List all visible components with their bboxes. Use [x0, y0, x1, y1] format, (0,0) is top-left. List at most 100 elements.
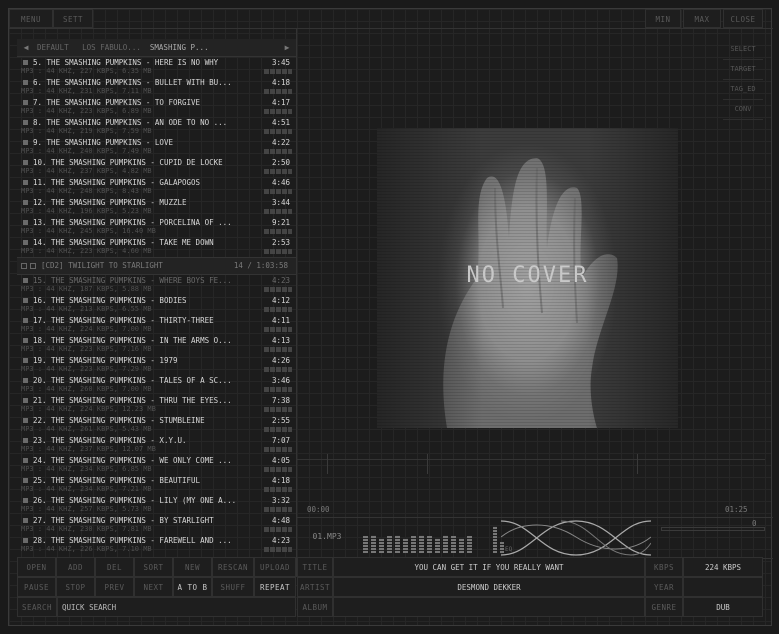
chevron-left-icon[interactable]: ◀ — [19, 39, 33, 56]
track-row[interactable]: 9. THE SMASHING PUMPKINS - LOVE 4:22 MP3 :… — [17, 137, 296, 157]
equalizer[interactable]: EQ — [357, 521, 512, 555]
track-duration: 4:23 — [271, 276, 290, 285]
checkbox-icon[interactable] — [30, 263, 36, 269]
title-field[interactable]: YOU CAN GET IT IF YOU REALLY WANT — [333, 557, 645, 577]
track-row[interactable]: 11. THE SMASHING PUMPKINS - GALAPOGOS 4:4… — [17, 177, 296, 197]
track-row[interactable]: 7. THE SMASHING PUMPKINS - TO FORGIVE 4:1… — [17, 97, 296, 117]
track-row[interactable]: 22. THE SMASHING PUMPKINS - STUMBLEINE 2:… — [17, 415, 296, 435]
track-row[interactable]: 26. THE SMASHING PUMPKINS - LILY (MY ONE… — [17, 495, 296, 515]
track-row[interactable]: 27. THE SMASHING PUMPKINS - BY STARLIGHT… — [17, 515, 296, 535]
track-row[interactable]: 5. THE SMASHING PUMPKINS - HERE IS NO WH… — [17, 57, 296, 77]
new-button[interactable]: NEW — [173, 557, 212, 577]
track-info: MP3 : 44 KHZ, 223 KBPS, 6.89 MB — [21, 107, 152, 115]
eq-band-slider[interactable] — [411, 536, 416, 553]
track-row[interactable]: 16. THE SMASHING PUMPKINS - BODIES 4:12 MP… — [17, 295, 296, 315]
repeat-button[interactable]: REPEAT — [254, 577, 296, 597]
shuffle-button[interactable]: SHUFF — [212, 577, 254, 597]
sort-button[interactable]: SORT — [134, 557, 173, 577]
delete-button[interactable]: DEL — [95, 557, 134, 577]
eq-preamp-slider[interactable] — [493, 526, 497, 553]
convert-button[interactable]: CONV — [723, 99, 763, 120]
eq-band-slider[interactable] — [363, 536, 368, 553]
track-row[interactable]: 6. THE SMASHING PUMPKINS - BULLET WITH B… — [17, 77, 296, 97]
track-row[interactable]: 20. THE SMASHING PUMPKINS - TALES OF A S… — [17, 375, 296, 395]
track-row[interactable]: 13. THE SMASHING PUMPKINS - PORCELINA OF… — [17, 217, 296, 237]
open-button[interactable]: OPEN — [17, 557, 56, 577]
no-cover-label: NO COVER — [466, 263, 589, 288]
next-button[interactable]: NEXT — [134, 577, 173, 597]
album-field[interactable] — [333, 597, 645, 617]
menu-button[interactable]: MENU — [9, 9, 53, 28]
eq-band-slider[interactable] — [427, 536, 432, 553]
minimize-button[interactable]: MIN — [645, 9, 681, 28]
eq-band-slider[interactable] — [387, 536, 392, 553]
track-duration: 2:55 — [271, 416, 290, 425]
genre-field[interactable]: DUB — [683, 597, 763, 617]
cd-group-header[interactable]: [CD2] TWILIGHT TO STARLIGHT 14 / 1:03:58 — [17, 257, 296, 275]
eq-band-slider[interactable] — [443, 535, 448, 553]
track-duration: 4:17 — [271, 98, 290, 107]
track-row[interactable]: 18. THE SMASHING PUMPKINS - IN THE ARMS … — [17, 335, 296, 355]
track-rating-meter — [264, 347, 292, 352]
eq-band-slider[interactable] — [451, 536, 456, 553]
track-duration: 4:26 — [271, 356, 290, 365]
track-info: MP3 : 44 KHZ, 234 KBPS, 7.21 MB — [21, 485, 152, 493]
track-row[interactable]: 24. THE SMASHING PUMPKINS - WE ONLY COME… — [17, 455, 296, 475]
a-to-b-button[interactable]: A TO B — [173, 577, 212, 597]
breadcrumb-item[interactable]: DEFAULT — [37, 43, 69, 52]
breadcrumb-item[interactable]: LOS FABULO... — [82, 43, 141, 52]
track-row[interactable]: 8. THE SMASHING PUMPKINS - AN ODE TO NO … — [17, 117, 296, 137]
tag-editor-button[interactable]: TAG_ED — [723, 79, 763, 100]
track-row[interactable]: 19. THE SMASHING PUMPKINS - 1979 4:26 MP3 … — [17, 355, 296, 375]
seek-bar[interactable] — [297, 454, 765, 474]
settings-button[interactable]: SETT — [53, 9, 93, 28]
track-bullet-icon — [23, 378, 28, 383]
rescan-button[interactable]: RESCAN — [212, 557, 254, 577]
track-bullet-icon — [23, 538, 28, 543]
track-info: MP3 : 44 KHZ, 187 KBPS, 5.88 MB — [21, 285, 152, 293]
close-button[interactable]: CLOSE — [723, 9, 763, 28]
upload-button[interactable]: UPLOAD — [254, 557, 296, 577]
quick-search-input[interactable]: QUICK SEARCH — [57, 597, 296, 617]
pause-button[interactable]: PAUSE — [17, 577, 56, 597]
target-button[interactable]: TARGET — [723, 59, 763, 80]
chevron-right-icon[interactable]: ▶ — [280, 39, 294, 56]
track-row[interactable]: 12. THE SMASHING PUMPKINS - MUZZLE 3:44 MP… — [17, 197, 296, 217]
year-field[interactable] — [683, 577, 763, 597]
track-row[interactable]: 15. THE SMASHING PUMPKINS - WHERE BOYS F… — [17, 275, 296, 295]
track-info: MP3 : 44 KHZ, 223 KBPS, 7.16 MB — [21, 345, 152, 353]
eq-band-slider[interactable] — [371, 535, 376, 553]
artist-label: ARTIST — [297, 577, 333, 597]
track-bullet-icon — [23, 418, 28, 423]
year-label: YEAR — [645, 577, 683, 597]
track-row[interactable]: 10. THE SMASHING PUMPKINS - CUPID DE LOC… — [17, 157, 296, 177]
eq-band-slider[interactable] — [395, 535, 400, 553]
track-rating-meter — [264, 427, 292, 432]
collapse-icon[interactable] — [21, 263, 27, 269]
track-rating-meter — [264, 527, 292, 532]
breadcrumb-current[interactable]: SMASHING P... — [150, 43, 209, 52]
balance-slider[interactable] — [661, 527, 765, 531]
track-row[interactable]: 28. THE SMASHING PUMPKINS - FAREWELL AND… — [17, 535, 296, 555]
maximize-button[interactable]: MAX — [683, 9, 721, 28]
track-bullet-icon — [23, 398, 28, 403]
eq-band-slider[interactable] — [435, 538, 440, 553]
eq-band-slider[interactable] — [403, 538, 408, 553]
track-row[interactable]: 14. THE SMASHING PUMPKINS - TAKE ME DOWN… — [17, 237, 296, 257]
eq-band-slider[interactable] — [379, 538, 384, 553]
track-row[interactable]: 17. THE SMASHING PUMPKINS - THIRTY-THREE… — [17, 315, 296, 335]
track-row[interactable]: 23. THE SMASHING PUMPKINS - X.Y.U. 7:07 MP… — [17, 435, 296, 455]
select-button[interactable]: SELECT — [723, 39, 763, 60]
track-duration: 7:07 — [271, 436, 290, 445]
track-row[interactable]: 21. THE SMASHING PUMPKINS - THRU THE EYE… — [17, 395, 296, 415]
eq-band-slider[interactable] — [459, 538, 464, 553]
eq-band-slider[interactable] — [467, 536, 472, 553]
prev-button[interactable]: PREV — [95, 577, 134, 597]
track-row[interactable]: 25. THE SMASHING PUMPKINS - BEAUTIFUL 4:1… — [17, 475, 296, 495]
stop-button[interactable]: STOP — [56, 577, 95, 597]
track-bullet-icon — [23, 358, 28, 363]
eq-band-slider[interactable] — [419, 535, 424, 553]
track-bullet-icon — [23, 60, 28, 65]
add-button[interactable]: ADD — [56, 557, 95, 577]
artist-field[interactable]: DESMOND DEKKER — [333, 577, 645, 597]
